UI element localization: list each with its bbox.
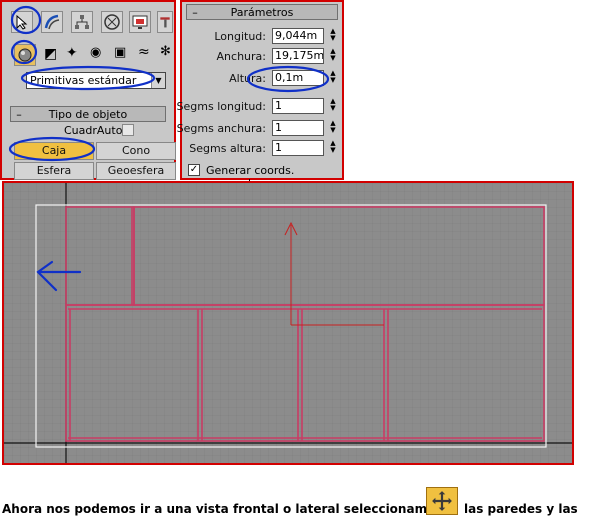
helpers-icon[interactable]: ▣ [114,45,126,60]
grid [4,183,572,463]
length-spinner[interactable]: ▲ ▼ [328,28,338,44]
hammer-icon [160,17,170,28]
height-spinner[interactable]: ▲ ▼ [328,70,338,86]
width-field[interactable]: 19,175m [272,48,324,64]
autogrid-checkbox[interactable] [122,124,134,136]
parameters-panel: – Parámetros Longitud: 9,044m ▲ ▼ Anchura… [176,0,344,190]
caption-text-before: Ahora nos podemos ir a una vista frontal… [2,502,443,516]
circle-icon [104,14,120,30]
parameters-rollout-header[interactable]: – Parámetros [186,4,338,20]
motion-tab[interactable] [101,11,123,33]
object-type-rollout-header[interactable]: – Tipo de objeto [10,106,166,122]
autogrid-label: CuadrAuto [64,124,123,137]
width-spinner[interactable]: ▲ ▼ [328,48,338,64]
height-label: Altura: [229,72,266,85]
systems-icon[interactable]: ✻ [160,44,171,59]
hierarchy-icon [75,15,89,29]
height-field[interactable]: 0,1m [272,70,324,86]
display-tab[interactable] [129,11,151,33]
rollout-title: Parámetros [230,5,294,19]
sphere-button[interactable]: Esfera [14,162,94,180]
sphere-icon [18,48,32,62]
curve-icon [44,14,60,30]
chevron-down-icon: ▼ [151,73,165,88]
length-field[interactable]: 9,044m [272,28,324,44]
length-label: Longitud: [214,30,266,43]
move-tool-button[interactable] [426,487,458,515]
length-segments-spinner[interactable]: ▲ ▼ [328,98,338,114]
move-icon [432,491,452,511]
generate-mapping-checkbox[interactable]: ✓ [188,164,200,176]
width-segments-field[interactable]: 1 [272,120,324,136]
height-segments-field[interactable]: 1 [272,140,324,156]
create-panel: ◩ ✦ ◉ ▣ ≈ ✻ Primitivas estándar ▼ – Tipo… [0,0,176,180]
caption-text-after: las paredes y las [464,502,578,516]
primitive-type-dropdown[interactable]: Primitivas estándar ▼ [26,72,166,89]
shapes-icon[interactable]: ◩ [44,46,57,62]
width-segments-spinner[interactable]: ▲ ▼ [328,120,338,136]
box-button[interactable]: Caja [14,142,94,160]
rollout-title: Tipo de objeto [48,107,128,121]
modify-tab[interactable] [41,11,63,33]
width-label: Anchura: [216,50,266,63]
dropdown-value: Primitivas estándar [30,74,137,87]
display-icon [132,15,148,29]
cone-button[interactable]: Cono [96,142,176,160]
hierarchy-tab[interactable] [71,11,93,33]
height-segments-label: Segms altura: [189,142,266,155]
collapse-icon: – [16,107,22,121]
cameras-icon[interactable]: ◉ [90,45,101,60]
height-segments-spinner[interactable]: ▲ ▼ [328,140,338,156]
length-segments-label: Segms longitud: [176,100,266,113]
length-segments-field[interactable]: 1 [272,98,324,114]
lights-icon[interactable]: ✦ [66,45,78,61]
geosphere-button[interactable]: Geoesfera [96,162,176,180]
viewport-canvas [4,183,572,463]
utilities-tab[interactable] [157,11,173,33]
cursor-arrow-icon [16,14,28,30]
collapse-icon: – [192,5,198,19]
spacewarps-icon[interactable]: ≈ [138,44,150,60]
width-segments-label: Segms anchura: [176,122,266,135]
create-tab[interactable] [11,11,33,33]
geometry-button[interactable] [14,44,36,66]
caption: Ahora nos podemos ir a una vista frontal… [2,502,442,516]
viewport[interactable] [2,181,574,465]
